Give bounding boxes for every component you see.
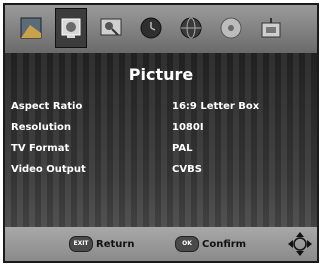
setting-label: Video Output (11, 164, 86, 175)
hint-return-label: Return (96, 238, 135, 250)
setting-label: Aspect Ratio (11, 101, 83, 112)
setting-row-tv-format[interactable]: TV Format PAL (11, 143, 311, 161)
key-hint-bar: EXIT Return OK Confirm (5, 227, 317, 261)
tab-picture[interactable] (55, 8, 87, 48)
settings-panel: Picture Aspect Ratio 16:9 Letter Box Res… (5, 53, 317, 233)
setting-row-resolution[interactable]: Resolution 1080I (11, 122, 311, 140)
exit-key-icon: EXIT (69, 236, 93, 252)
setting-value: CVBS (172, 164, 202, 175)
tab-system[interactable] (255, 11, 287, 45)
ok-key-icon: OK (175, 236, 199, 252)
setting-row-aspect-ratio[interactable]: Aspect Ratio 16:9 Letter Box (11, 101, 311, 119)
hint-return: EXIT Return (69, 236, 134, 252)
tab-search[interactable] (95, 11, 127, 45)
tab-language[interactable] (175, 11, 207, 45)
globe-icon (180, 17, 202, 39)
setting-value: PAL (172, 143, 193, 154)
page-title: Picture (128, 65, 194, 84)
search-icon (100, 18, 122, 36)
hint-confirm-label: Confirm (202, 238, 247, 250)
setting-label: TV Format (11, 143, 70, 154)
tab-channel[interactable] (15, 11, 47, 45)
system-icon (261, 18, 281, 38)
osd-menu: Picture Aspect Ratio 16:9 Letter Box Res… (3, 3, 319, 263)
clock-icon (140, 17, 162, 39)
tab-audio[interactable] (215, 11, 247, 45)
channel-icon (20, 17, 42, 39)
setting-label: Resolution (11, 122, 72, 133)
disc-icon (220, 17, 242, 39)
navigation-arrows-icon (288, 232, 312, 256)
menu-tab-bar (5, 5, 317, 53)
tab-time[interactable] (135, 11, 167, 45)
setting-value: 16:9 Letter Box (172, 101, 260, 112)
setting-value: 1080I (172, 122, 204, 133)
picture-icon (61, 18, 81, 38)
setting-row-video-output[interactable]: Video Output CVBS (11, 164, 311, 182)
hint-confirm: OK Confirm (175, 236, 246, 252)
